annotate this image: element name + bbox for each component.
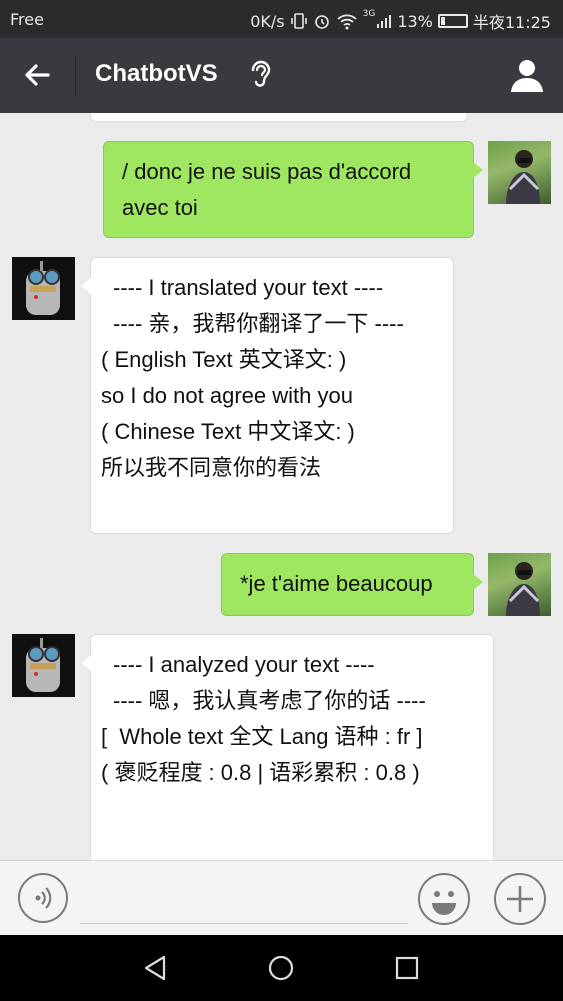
user-icon[interactable]: [509, 56, 545, 94]
bot-avatar[interactable]: [12, 257, 75, 320]
ear-icon[interactable]: [248, 58, 274, 92]
status-icons: 0K/s 3G 13% 半夜11:25: [250, 9, 551, 33]
vibrate-icon: [290, 13, 307, 29]
input-bar: [0, 860, 563, 935]
nav-home-icon[interactable]: [266, 953, 296, 983]
chat-header: ChatbotVS: [0, 38, 563, 113]
chat-history[interactable]: / donc je ne suis pas d'accord avec toi …: [0, 113, 563, 860]
header-divider: [75, 56, 76, 96]
message-text-line: ---- I translated your text ----: [113, 275, 384, 300]
sent-message-bubble[interactable]: *je t'aime beaucoup: [221, 553, 483, 616]
message-input[interactable]: [80, 923, 408, 924]
person-photo-icon: [506, 150, 540, 204]
network-speed: 0K/s: [250, 11, 285, 31]
user-avatar[interactable]: [488, 553, 551, 616]
emoji-icon[interactable]: [418, 873, 470, 925]
carrier-name: Free: [10, 10, 44, 29]
message-text-line: ---- 亲，我帮你翻译了一下 ----: [113, 311, 404, 336]
message-text-line: / donc je ne suis pas d'accord: [122, 159, 412, 184]
message-text-line: ( Chinese Text 中文译文: ): [101, 419, 355, 444]
message-text-line: ---- I analyzed your text ----: [113, 652, 375, 677]
robot-icon: [26, 261, 60, 315]
message-text-line: avec toi: [122, 195, 198, 220]
message-text-line: ( 褒贬程度 : 0.8 | 语彩累积 : 0.8 ): [101, 760, 420, 785]
message-text-line: so I do not agree with you: [101, 383, 353, 408]
message-text-line: ---- 嗯，我认真考虑了你的话 ----: [113, 688, 426, 713]
nav-back-icon[interactable]: [140, 953, 170, 983]
plus-icon[interactable]: [494, 873, 546, 925]
battery-percent: 13%: [397, 11, 433, 31]
robot-icon: [26, 638, 60, 692]
voice-icon[interactable]: [18, 873, 68, 923]
arrow-left-icon[interactable]: [18, 58, 58, 92]
nav-recent-icon[interactable]: [392, 953, 422, 983]
wifi-icon: [336, 14, 357, 30]
received-message-bubble[interactable]: ---- I analyzed your text ---- ---- 嗯，我认…: [81, 634, 494, 860]
battery-icon: [437, 14, 468, 28]
previous-message-bubble: [90, 113, 468, 122]
person-photo-icon: [506, 562, 540, 616]
message-text-line: *je t'aime beaucoup: [240, 571, 433, 596]
status-bar: Free 0K/s 3G 13% 半夜11:25: [0, 0, 563, 38]
sent-message-bubble[interactable]: / donc je ne suis pas d'accord avec toi: [103, 141, 483, 238]
signal-icon: [377, 15, 392, 28]
user-avatar[interactable]: [488, 141, 551, 204]
message-text-line: 所以我不同意你的看法: [101, 455, 322, 480]
received-message-bubble[interactable]: ---- I translated your text ---- ---- 亲，…: [81, 257, 454, 534]
alarm-icon: [314, 15, 329, 29]
network-type: 3G: [362, 9, 376, 19]
chat-title: ChatbotVS: [95, 60, 218, 87]
clock: 半夜11:25: [472, 13, 551, 32]
bot-avatar[interactable]: [12, 634, 75, 697]
system-nav-bar: [0, 935, 563, 1001]
message-text-line: ( English Text 英文译文: ): [101, 347, 347, 372]
message-text-line: [ Whole text 全文 Lang 语种 : fr ]: [101, 724, 423, 749]
